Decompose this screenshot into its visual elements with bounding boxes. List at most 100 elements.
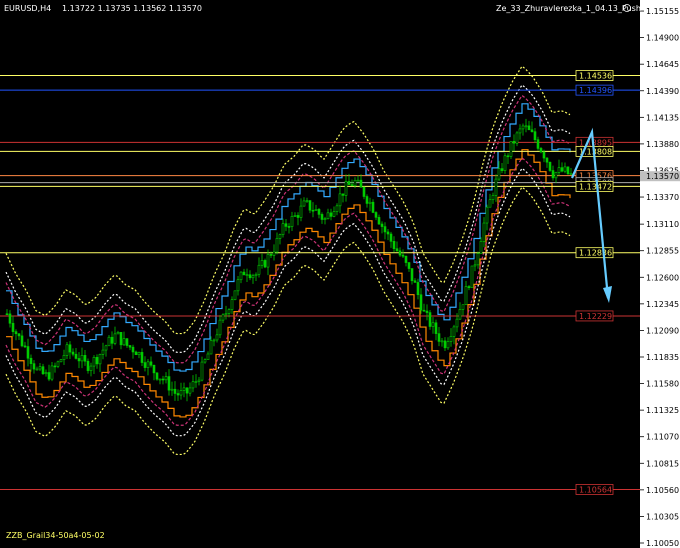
candle-body bbox=[401, 254, 405, 257]
candle-body bbox=[434, 322, 438, 334]
candle-body bbox=[125, 338, 129, 346]
axis-tick-label: 1.14390 bbox=[646, 87, 679, 96]
candle-body bbox=[566, 166, 570, 175]
candle-body bbox=[527, 125, 531, 131]
indicator-name: Ze_33_Zhuravlerezka_1_04.13_Push bbox=[496, 4, 641, 13]
candle-body bbox=[101, 349, 105, 355]
candle-body bbox=[443, 340, 447, 349]
candle-body bbox=[140, 352, 144, 363]
level-label: 1.12229 bbox=[579, 312, 612, 321]
candle-body bbox=[518, 128, 522, 134]
candle-body bbox=[509, 140, 513, 157]
candle-body bbox=[269, 254, 273, 256]
candle-body bbox=[428, 312, 432, 327]
candle-body bbox=[386, 231, 390, 235]
candle-body bbox=[314, 209, 318, 211]
candle-body bbox=[305, 200, 309, 202]
candle-body bbox=[215, 334, 219, 341]
level-label: 1.13472 bbox=[579, 182, 612, 191]
axis-tick-label: 1.10050 bbox=[646, 539, 679, 548]
candle-body bbox=[164, 376, 168, 381]
candle-body bbox=[554, 172, 558, 179]
candle-body bbox=[287, 226, 291, 228]
candle-body bbox=[212, 339, 216, 342]
candle-body bbox=[485, 206, 489, 224]
candle-body bbox=[236, 279, 240, 292]
candle-body bbox=[446, 341, 450, 349]
candle-body bbox=[419, 294, 423, 311]
candle-body bbox=[248, 274, 252, 279]
axis-tick-label: 1.10560 bbox=[646, 486, 679, 495]
candle-body bbox=[278, 234, 282, 239]
candle-body bbox=[383, 226, 387, 233]
candle-body bbox=[185, 387, 189, 394]
candle-body bbox=[182, 387, 186, 391]
candle-body bbox=[449, 336, 453, 342]
candle-body bbox=[218, 319, 222, 336]
candle-body bbox=[503, 155, 507, 171]
candle-body bbox=[260, 260, 264, 266]
candle-body bbox=[398, 250, 402, 256]
candle-body bbox=[254, 273, 258, 277]
candle-body bbox=[317, 209, 321, 215]
candle-body bbox=[26, 346, 30, 359]
candle-body bbox=[95, 357, 99, 365]
candle-body bbox=[5, 313, 9, 316]
candle-body bbox=[395, 248, 399, 252]
candle-body bbox=[188, 387, 192, 394]
candle-body bbox=[131, 346, 135, 353]
candle-body bbox=[410, 268, 414, 282]
candle-body bbox=[476, 253, 480, 266]
axis-tick-label: 1.11580 bbox=[646, 380, 679, 389]
candle-body bbox=[563, 166, 567, 172]
axis-tick-label: 1.14645 bbox=[646, 60, 679, 69]
candle-body bbox=[479, 241, 483, 254]
candle-body bbox=[452, 326, 456, 337]
footer-label: ZZB_Grail34-50a4-05-02 bbox=[6, 531, 105, 540]
candle-body bbox=[458, 309, 462, 320]
candle-body bbox=[176, 393, 180, 396]
candle-body bbox=[335, 205, 339, 212]
candle-body bbox=[152, 364, 156, 374]
level-label: 1.14536 bbox=[579, 72, 612, 81]
candle-body bbox=[35, 368, 39, 371]
price-axis: 1.15155 1.14900 1.14645 1.14390 1.14135 1.138… bbox=[640, 0, 680, 548]
candle-body bbox=[569, 173, 573, 175]
candle-body bbox=[290, 215, 294, 227]
axis-tick-label: 1.12600 bbox=[646, 273, 679, 282]
candle-body bbox=[44, 372, 48, 375]
candle-body bbox=[59, 359, 63, 363]
level-label: 1.12836 bbox=[579, 249, 612, 258]
candle-body bbox=[413, 280, 417, 283]
candle-body bbox=[437, 333, 441, 342]
axis-tick-label: 1.11325 bbox=[646, 406, 679, 415]
candle-body bbox=[47, 372, 51, 380]
candle-body bbox=[20, 335, 24, 347]
candle-body bbox=[362, 186, 366, 197]
candle-body bbox=[89, 365, 93, 371]
candle-body bbox=[191, 381, 195, 389]
candle-body bbox=[179, 390, 183, 396]
candle-body bbox=[71, 351, 75, 355]
level-label: 1.13895 bbox=[579, 138, 612, 147]
candle-body bbox=[245, 274, 249, 276]
candle-body bbox=[380, 223, 384, 227]
candle-body bbox=[308, 200, 312, 211]
candle-body bbox=[203, 359, 207, 363]
candle-body bbox=[440, 340, 444, 343]
candle-body bbox=[455, 318, 459, 328]
candle-body bbox=[356, 179, 360, 182]
candle-body bbox=[482, 222, 486, 242]
candle-body bbox=[494, 178, 498, 196]
candle-body bbox=[368, 201, 372, 204]
candle-body bbox=[65, 344, 69, 356]
candle-body bbox=[515, 132, 519, 144]
candle-body bbox=[227, 309, 231, 314]
candle-body bbox=[56, 361, 60, 367]
candle-body bbox=[350, 184, 354, 186]
candle-body bbox=[263, 260, 267, 268]
candle-body bbox=[230, 299, 234, 310]
candle-body bbox=[194, 381, 198, 383]
candle-body bbox=[257, 264, 261, 275]
candle-body bbox=[341, 193, 345, 196]
